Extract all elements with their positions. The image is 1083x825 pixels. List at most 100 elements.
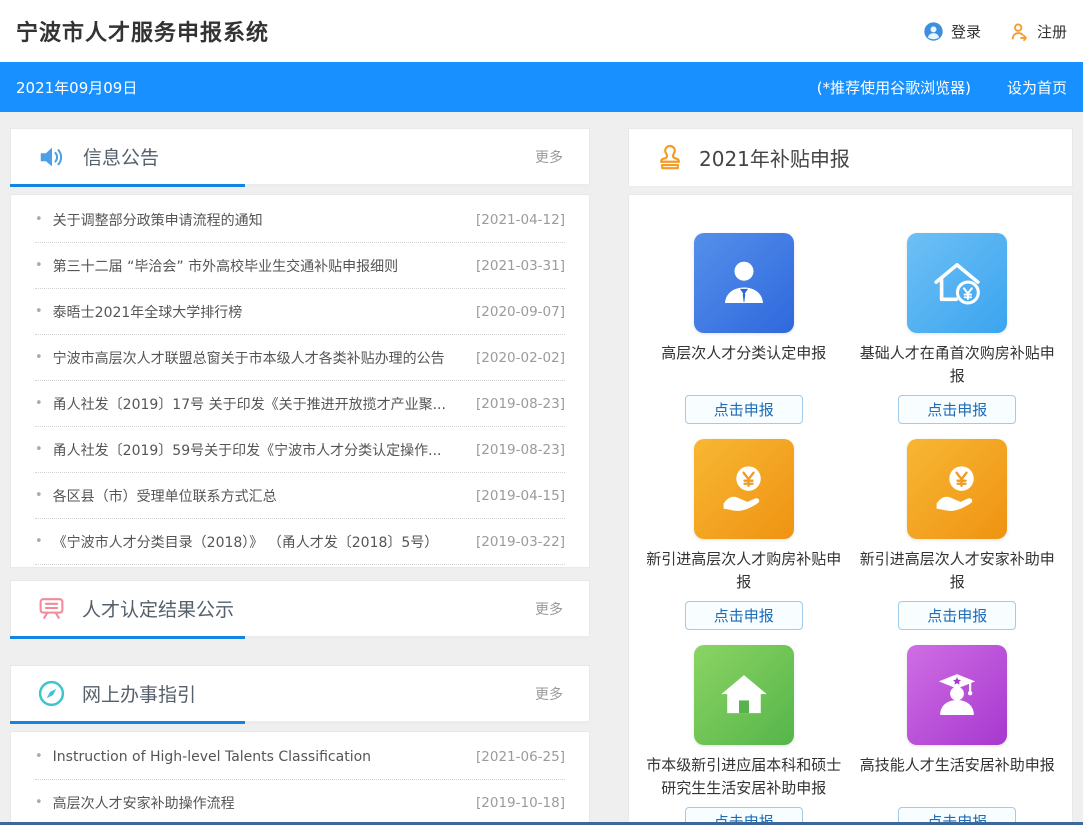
announcement-item[interactable]: • 各区县（市）受理单位联系方式汇总 [2019-04-15]	[35, 473, 565, 519]
register-button[interactable]: 注册	[1009, 21, 1067, 42]
login-label: 登录	[951, 21, 981, 42]
house-yen-icon[interactable]	[907, 233, 1007, 333]
card-graduate-living-subsidy: 市本级新引进应届本科和硕士研究生生活安居补助申报 点击申报	[637, 645, 851, 825]
results-more-link[interactable]: 更多	[535, 599, 563, 619]
announcement-text: 关于调整部分政策申请流程的通知	[53, 210, 464, 230]
card-home-purchase-subsidy: 新引进高层次人才购房补贴申报 点击申报	[637, 439, 851, 630]
guide-panel-header: 网上办事指引 更多	[10, 665, 590, 724]
apply-panel-header: 2021年补贴申报	[628, 128, 1073, 187]
results-title: 人才认定结果公示	[82, 595, 535, 622]
announcement-date: [2021-03-31]	[476, 258, 565, 274]
graduate-icon[interactable]	[907, 645, 1007, 745]
left-column: 信息公告 更多 • 关于调整部分政策申请流程的通知 [2021-04-12] •…	[10, 128, 590, 825]
login-button[interactable]: 登录	[923, 21, 981, 42]
announcement-text: 《宁波市人才分类目录（2018）》 （甬人才发〔2018〕5号）	[53, 532, 464, 552]
guide-date: [2019-10-18]	[476, 795, 565, 811]
card-label: 高技能人才生活安居补助申报	[860, 754, 1055, 802]
apply-title: 2021年补贴申报	[699, 143, 1046, 172]
announcement-item[interactable]: • 《宁波市人才分类目录（2018）》 （甬人才发〔2018〕5号） [2019…	[35, 519, 565, 565]
announcements-list: • 关于调整部分政策申请流程的通知 [2021-04-12] • 第三十二届 “…	[10, 194, 590, 568]
announcement-item[interactable]: • 宁波市高层次人才联盟总窗关于市本级人才各类补贴办理的公告 [2020-02-…	[35, 335, 565, 381]
bullet-icon: •	[35, 795, 43, 810]
content: 信息公告 更多 • 关于调整部分政策申请流程的通知 [2021-04-12] •…	[0, 112, 1083, 825]
announcement-date: [2019-08-23]	[476, 442, 565, 458]
user-circle-icon	[923, 21, 944, 42]
topbar: 2021年09月09日 (*推荐使用谷歌浏览器) 设为首页	[0, 62, 1083, 112]
user-add-icon	[1009, 21, 1030, 42]
announcement-text: 宁波市高层次人才联盟总窗关于市本级人才各类补贴办理的公告	[53, 348, 464, 368]
card-label: 市本级新引进应届本科和硕士研究生生活安居补助申报	[640, 754, 848, 802]
announcement-date: [2021-04-12]	[476, 212, 565, 228]
accent-underline	[10, 636, 245, 639]
site-header: 宁波市人才服务申报系统 登录	[0, 0, 1083, 62]
guide-more-link[interactable]: 更多	[535, 684, 563, 704]
bullet-icon: •	[35, 534, 43, 549]
card-label: 高层次人才分类认定申报	[661, 342, 826, 390]
page-title: 宁波市人才服务申报系统	[16, 15, 269, 47]
card-talent-classification: 高层次人才分类认定申报 点击申报	[637, 233, 851, 424]
bullet-icon: •	[35, 258, 43, 273]
announcement-text: 第三十二届 “毕洽会” 市外高校毕业生交通补贴申报细则	[53, 256, 464, 276]
bullet-icon: •	[35, 212, 43, 227]
announcement-text: 甬人社发〔2019〕59号关于印发《宁波市人才分类认定操作...	[53, 440, 464, 460]
announcement-item[interactable]: • 甬人社发〔2019〕17号 关于印发《关于推进开放揽才产业聚... [201…	[35, 381, 565, 427]
card-label: 新引进高层次人才购房补贴申报	[640, 548, 848, 596]
hand-coin-icon[interactable]	[694, 439, 794, 539]
announcement-item[interactable]: • 关于调整部分政策申请流程的通知 [2021-04-12]	[35, 197, 565, 243]
announcements-title: 信息公告	[83, 143, 535, 170]
guide-text: 高层次人才安家补助操作流程	[53, 793, 464, 813]
speaker-icon	[37, 142, 67, 172]
apply-cards: 高层次人才分类认定申报 点击申报 基础人才在甬首次购房补贴申报 点击	[628, 194, 1073, 825]
announcement-item[interactable]: • 第三十二届 “毕洽会” 市外高校毕业生交通补贴申报细则 [2021-03-3…	[35, 243, 565, 289]
house-icon[interactable]	[694, 645, 794, 745]
announcement-text: 甬人社发〔2019〕17号 关于印发《关于推进开放揽才产业聚...	[53, 394, 464, 414]
guide-list: • Instruction of High-level Talents Clas…	[10, 731, 590, 825]
apply-button[interactable]: 点击申报	[685, 601, 803, 630]
topbar-right: (*推荐使用谷歌浏览器) 设为首页	[817, 77, 1067, 98]
announcements-more-link[interactable]: 更多	[535, 147, 563, 167]
announcement-date: [2020-02-02]	[476, 350, 565, 366]
current-date: 2021年09月09日	[16, 77, 137, 98]
announcements-panel-header: 信息公告 更多	[10, 128, 590, 187]
businessman-icon[interactable]	[694, 233, 794, 333]
browser-tip: (*推荐使用谷歌浏览器)	[817, 77, 971, 98]
card-label: 基础人才在甬首次购房补贴申报	[853, 342, 1061, 390]
guide-title: 网上办事指引	[82, 680, 535, 707]
apply-button[interactable]: 点击申报	[685, 395, 803, 424]
card-skilled-talent-subsidy: 高技能人才生活安居补助申报 点击申报	[851, 645, 1065, 825]
bullet-icon: •	[35, 442, 43, 457]
notice-board-icon	[37, 594, 66, 623]
announcement-date: [2019-08-23]	[476, 396, 565, 412]
card-settling-allowance: 新引进高层次人才安家补助申报 点击申报	[851, 439, 1065, 630]
announcement-date: [2020-09-07]	[476, 304, 565, 320]
guide-text: Instruction of High-level Talents Classi…	[53, 749, 464, 765]
right-column: 2021年补贴申报 高层次人才分类认定申报 点击申报	[628, 128, 1073, 825]
hand-coin-icon[interactable]	[907, 439, 1007, 539]
bullet-icon: •	[35, 396, 43, 411]
stamp-icon	[655, 143, 685, 173]
announcement-date: [2019-03-22]	[476, 534, 565, 550]
bullet-icon: •	[35, 350, 43, 365]
announcement-date: [2019-04-15]	[476, 488, 565, 504]
set-homepage-link[interactable]: 设为首页	[1007, 77, 1067, 98]
results-panel-header: 人才认定结果公示 更多	[10, 580, 590, 639]
announcement-item[interactable]: • 甬人社发〔2019〕59号关于印发《宁波市人才分类认定操作... [2019…	[35, 427, 565, 473]
card-first-home-subsidy: 基础人才在甬首次购房补贴申报 点击申报	[851, 233, 1065, 424]
guide-date: [2021-06-25]	[476, 749, 565, 765]
bullet-icon: •	[35, 304, 43, 319]
bullet-icon: •	[35, 749, 43, 764]
announcement-text: 泰晤士2021年全球大学排行榜	[53, 302, 464, 322]
announcement-text: 各区县（市）受理单位联系方式汇总	[53, 486, 464, 506]
register-label: 注册	[1037, 21, 1067, 42]
guide-item[interactable]: • Instruction of High-level Talents Clas…	[35, 734, 565, 780]
apply-button[interactable]: 点击申报	[898, 395, 1016, 424]
auth-links: 登录 注册	[923, 21, 1067, 42]
apply-button[interactable]: 点击申报	[898, 601, 1016, 630]
bullet-icon: •	[35, 488, 43, 503]
accent-underline	[10, 184, 245, 187]
announcement-item[interactable]: • 泰晤士2021年全球大学排行榜 [2020-09-07]	[35, 289, 565, 335]
compass-icon	[37, 679, 66, 708]
page: 宁波市人才服务申报系统 登录	[0, 0, 1083, 825]
accent-underline	[10, 721, 245, 724]
guide-item[interactable]: • 高层次人才安家补助操作流程 [2019-10-18]	[35, 780, 565, 825]
